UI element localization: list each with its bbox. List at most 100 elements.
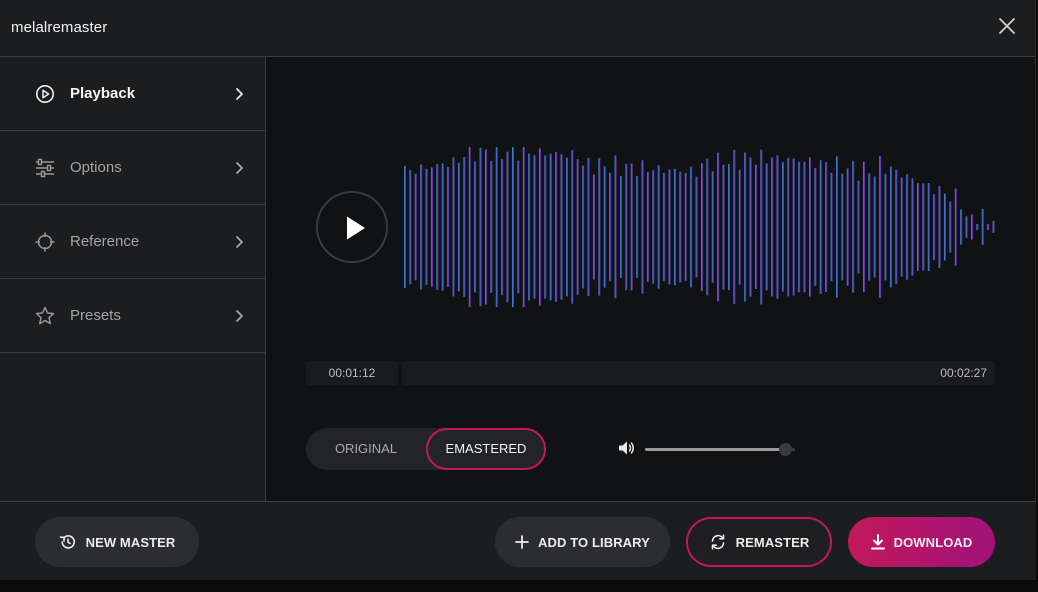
waveform-bar [647, 172, 649, 282]
waveform-bar [917, 183, 919, 271]
waveform-bar [679, 171, 682, 283]
waveform-bar [425, 168, 428, 285]
waveform-bar [900, 177, 903, 277]
waveform-bar [706, 158, 709, 296]
waveform-bar [873, 176, 876, 278]
waveform-bar [598, 158, 601, 296]
remastered-option[interactable]: EMASTERED [426, 428, 546, 470]
waveform-bar [884, 173, 887, 281]
waveform-bar [474, 161, 477, 293]
waveform-bar [803, 161, 806, 293]
waveform-bar [506, 151, 509, 303]
waveform-bar [641, 160, 644, 294]
volume-slider[interactable] [645, 443, 795, 456]
remaster-label: REMASTER [735, 534, 810, 550]
waveform-bar [636, 176, 639, 278]
add-to-library-button[interactable]: ADD TO LIBRARY [495, 517, 670, 567]
volume-level [645, 448, 785, 451]
waveform-bar [549, 153, 552, 301]
waveform-bar [857, 180, 860, 274]
waveform-bar [879, 156, 882, 298]
waveform-bar [895, 169, 898, 285]
waveform-bar [479, 147, 482, 307]
waveform-bar [711, 171, 714, 283]
waveform-bar [409, 169, 412, 285]
seek-bar[interactable]: 00:02:27 [402, 361, 995, 385]
action-bar: NEW MASTER ADD TO LIBRARY REMASTER DOWNL… [0, 501, 1036, 580]
close-icon[interactable] [998, 17, 1016, 35]
waveform[interactable] [396, 147, 996, 307]
waveform-bar [846, 168, 849, 286]
waveform-bar [603, 166, 606, 288]
sidebar-item-label: Presets [70, 307, 121, 324]
waveform-bar [458, 162, 460, 292]
total-time: 00:02:27 [940, 366, 987, 380]
waveform-bar [674, 168, 676, 286]
waveform-bar [944, 193, 946, 261]
waveform-bar [755, 164, 757, 289]
waveform-bar [539, 148, 541, 306]
waveform-bar [566, 157, 568, 297]
waveform-bar [630, 163, 633, 291]
original-option[interactable]: ORIGINAL [306, 428, 426, 470]
plus-icon [515, 535, 529, 549]
waveform-bar [663, 172, 666, 282]
waveform-bar [814, 168, 817, 286]
sidebar-item-label: Playback [70, 85, 136, 102]
download-icon [870, 534, 885, 550]
waveform-bar [771, 157, 774, 297]
waveform-bar [463, 157, 466, 297]
new-master-button[interactable]: NEW MASTER [35, 517, 199, 567]
play-circle-icon [36, 85, 54, 103]
waveform-bar [922, 183, 925, 271]
chevron-right-icon [236, 236, 243, 248]
waveform-bar [490, 161, 493, 293]
waveform-bar [501, 158, 504, 296]
waveform-bar [571, 150, 574, 304]
waveform-bar [528, 153, 531, 301]
waveform-bar [701, 163, 703, 291]
waveform-bar [620, 176, 622, 278]
waveform-bar [927, 183, 930, 272]
waveform-bar [971, 214, 973, 240]
waveform-bar [744, 152, 747, 302]
waveform-bar [787, 157, 790, 297]
waveform-bar [517, 160, 520, 294]
chevron-right-icon [236, 162, 243, 174]
waveform-bar [792, 158, 795, 296]
waveform-bar [960, 209, 963, 245]
waveform-bar [512, 147, 514, 307]
sidebar-item-playback[interactable]: Playback [0, 57, 265, 131]
waveform-bar [765, 163, 768, 291]
waveform-bar [938, 186, 941, 268]
new-master-label: NEW MASTER [85, 534, 176, 550]
waveform-bar [911, 178, 914, 276]
waveform-bar [722, 164, 725, 290]
waveform-bar [614, 155, 617, 299]
waveform-bar [738, 169, 741, 285]
app-window: melalremaster Playback Options Reference… [0, 0, 1036, 580]
sidebar-item-reference[interactable]: Reference [0, 205, 265, 279]
sidebar-item-options[interactable]: Options [0, 131, 265, 205]
crosshair-icon [35, 232, 55, 252]
waveform-bar [593, 174, 595, 280]
waveform-bar [976, 224, 979, 230]
waveform-bar [414, 173, 417, 281]
waveform-bar [522, 147, 525, 307]
waveform-bar [495, 147, 498, 307]
waveform-bar [819, 160, 822, 294]
waveform-bar [749, 157, 752, 297]
original-remastered-toggle: ORIGINAL EMASTERED [306, 428, 546, 470]
waveform-bar [544, 155, 547, 299]
volume-icon[interactable] [618, 440, 636, 456]
waveform-bar [782, 162, 784, 292]
download-button[interactable]: DOWNLOAD [848, 517, 995, 567]
play-button[interactable] [316, 191, 388, 263]
remaster-button[interactable]: REMASTER [686, 517, 832, 567]
waveform-bar [987, 224, 990, 230]
waveform-bar [825, 162, 828, 292]
chevron-right-icon [236, 310, 243, 322]
chevron-right-icon [236, 88, 243, 100]
sidebar-item-presets[interactable]: Presets [0, 279, 265, 353]
volume-handle[interactable] [778, 443, 792, 456]
